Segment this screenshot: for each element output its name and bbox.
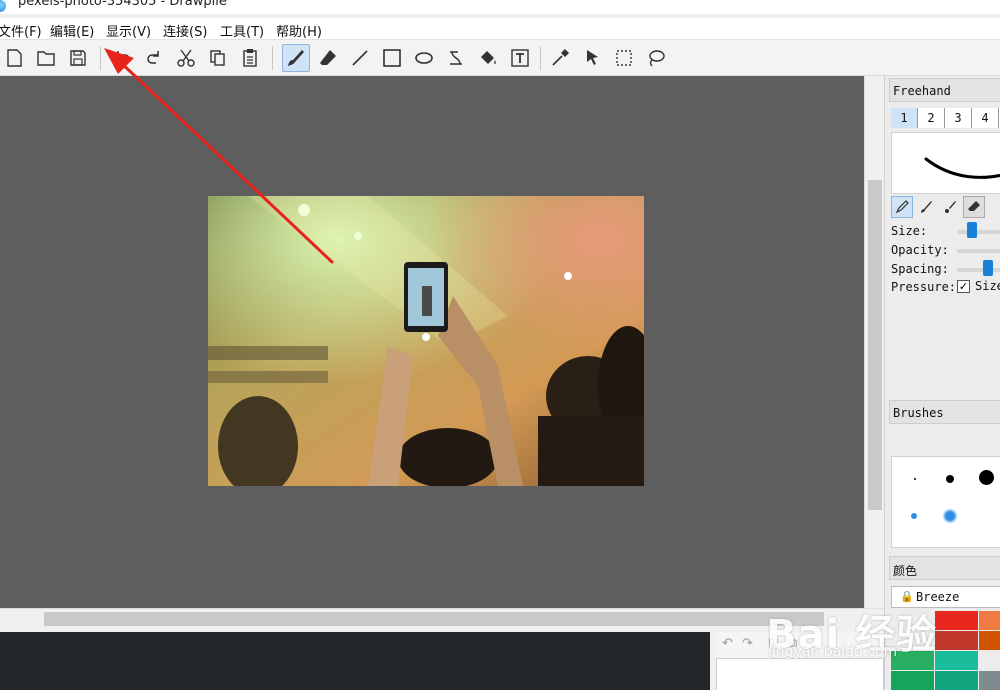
color-swatch[interactable] [979, 671, 1000, 690]
new-icon[interactable] [0, 44, 28, 72]
spacing-slider-track[interactable] [957, 268, 1000, 272]
brush-slot-tab-2[interactable]: 2 [918, 108, 945, 128]
chat-box[interactable] [0, 632, 710, 690]
size-slider-track[interactable] [957, 230, 1000, 234]
menu-view[interactable]: 显示(V) [106, 21, 151, 40]
color-swatch[interactable] [935, 611, 978, 630]
undo-icon[interactable] [108, 44, 136, 72]
canvas-horizontal-scrollbar[interactable] [0, 608, 884, 628]
right-dock: Freehand 1 2 3 4 Size: Opacity: Spacing:… [884, 76, 1000, 690]
toolbar-separator [272, 46, 273, 70]
menu-edit[interactable]: 编辑(E) [50, 21, 94, 40]
brush-preset-2[interactable] [946, 475, 954, 483]
main-toolbar [0, 40, 1000, 76]
brush-slot-tab-3[interactable]: 3 [945, 108, 972, 128]
bezier-icon[interactable] [442, 44, 470, 72]
color-swatch[interactable] [935, 671, 978, 690]
color-swatches [891, 611, 1000, 690]
bottom-panel: ↶ ↷ ⊞ ⧉ [0, 628, 884, 690]
brush-preset-1[interactable] [914, 478, 916, 480]
brush-preset-3[interactable] [979, 470, 994, 485]
color-title: 颜色 [889, 556, 1000, 580]
opacity-label: Opacity: [891, 243, 949, 257]
ellipse-icon[interactable] [410, 44, 438, 72]
palette-select[interactable]: 🔒 Breeze [891, 586, 1000, 608]
palette-name: Breeze [916, 590, 960, 604]
size-slider-handle[interactable] [967, 222, 977, 238]
eraser-mode-icon[interactable] [963, 196, 985, 218]
pressure-label: Pressure: [891, 280, 957, 294]
brush-preset-5[interactable] [944, 510, 956, 522]
brush-slot-tab-4[interactable]: 4 [972, 108, 999, 128]
color-swatch[interactable] [979, 631, 1000, 650]
brush-slot-tab-1[interactable]: 1 [891, 108, 918, 128]
text-icon[interactable] [506, 44, 534, 72]
brush-mode-icon[interactable] [915, 196, 937, 218]
spacing-label: Spacing: [891, 262, 949, 276]
brush-slot-tabs: 1 2 3 4 [891, 108, 1000, 128]
pencil-mode-icon[interactable] [891, 196, 913, 218]
lock-icon: 🔒 [900, 590, 914, 603]
spacing-slider-handle[interactable] [983, 260, 993, 276]
title-bar: pexels-photo-354305 - Drawpile [0, 0, 1000, 14]
undo-small-icon[interactable]: ↶ [722, 636, 733, 651]
opacity-slider-track[interactable] [957, 249, 1000, 253]
window-title: pexels-photo-354305 - Drawpile [18, 0, 227, 9]
brush-stroke-preview [891, 132, 1000, 194]
menu-bar: 文件(F) 编辑(E) 显示(V) 连接(S) 工具(T) 帮助(H) [0, 18, 1000, 40]
laser-pointer-icon[interactable] [578, 44, 606, 72]
layer-panel: ↶ ↷ ⊞ ⧉ [716, 632, 884, 690]
layer-add-icon[interactable]: ⊞ [768, 636, 779, 651]
swatch-empty [891, 611, 934, 630]
save-icon[interactable] [64, 44, 92, 72]
color-swatch[interactable] [891, 671, 934, 690]
paste-icon[interactable] [236, 44, 264, 72]
brush-presets-list[interactable] [891, 456, 1000, 548]
smudge-mode-icon[interactable] [939, 196, 961, 218]
lasso-select-icon[interactable] [642, 44, 670, 72]
menu-session[interactable]: 连接(S) [163, 21, 207, 40]
layer-copy-icon[interactable]: ⧉ [788, 636, 797, 651]
color-swatch[interactable] [935, 651, 978, 670]
pressure-size-label: Size [975, 279, 1000, 293]
color-swatch[interactable] [891, 651, 934, 670]
brush-mode-buttons [891, 196, 1000, 218]
copy-icon[interactable] [204, 44, 232, 72]
cut-icon[interactable] [172, 44, 200, 72]
layer-list[interactable] [716, 658, 884, 690]
line-icon[interactable] [346, 44, 374, 72]
color-swatch[interactable] [979, 611, 1000, 630]
toolbar-separator [100, 46, 101, 70]
menu-tools[interactable]: 工具(T) [220, 21, 264, 40]
brushes-title: Brushes [889, 400, 1000, 424]
vertical-scroll-thumb[interactable] [868, 180, 882, 510]
menu-help[interactable]: 帮助(H) [276, 21, 322, 40]
canvas-vertical-scrollbar[interactable] [864, 76, 884, 608]
toolbar-separator [540, 46, 541, 70]
rectangle-icon[interactable] [378, 44, 406, 72]
color-swatch[interactable] [935, 631, 978, 650]
color-picker-icon[interactable] [546, 44, 574, 72]
brush-preset-4[interactable] [911, 513, 917, 519]
drawing-canvas[interactable] [0, 76, 864, 608]
redo-small-icon[interactable]: ↷ [742, 636, 753, 651]
horizontal-scroll-thumb[interactable] [44, 612, 824, 626]
pressure-size-checkbox[interactable]: ✓ [957, 280, 970, 293]
open-icon[interactable] [32, 44, 60, 72]
size-label: Size: [891, 224, 928, 238]
drawpile-window: pexels-photo-354305 - Drawpile 文件(F) 编辑(… [0, 0, 1000, 690]
eraser-icon[interactable] [314, 44, 342, 72]
tool-settings-title: Freehand [889, 78, 1000, 102]
rect-select-icon[interactable] [610, 44, 638, 72]
concert-photo [208, 196, 644, 486]
menu-file[interactable]: 文件(F) [0, 21, 42, 40]
redo-icon[interactable] [140, 44, 168, 72]
drawpile-app-icon [0, 0, 6, 12]
freehand-brush-icon[interactable] [282, 44, 310, 72]
fill-bucket-icon[interactable] [474, 44, 502, 72]
